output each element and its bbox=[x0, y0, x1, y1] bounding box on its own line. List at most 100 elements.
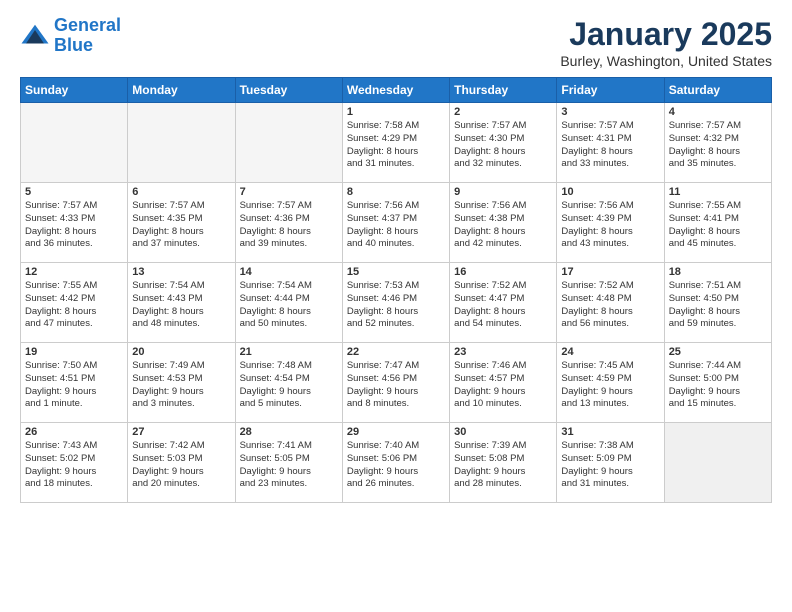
calendar-cell: 27 Sunrise: 7:42 AMSunset: 5:03 PMDayligh… bbox=[128, 423, 235, 503]
day-number: 9 bbox=[454, 186, 552, 198]
cell-content: Sunset: 5:05 PM bbox=[240, 453, 338, 466]
cell-content: Daylight: 9 hours bbox=[240, 466, 338, 479]
cell-content: Daylight: 8 hours bbox=[347, 146, 445, 159]
cell-content: Sunrise: 7:52 AM bbox=[454, 280, 552, 293]
cell-content: Sunrise: 7:41 AM bbox=[240, 440, 338, 453]
day-number: 14 bbox=[240, 266, 338, 278]
cell-content: Daylight: 8 hours bbox=[25, 226, 123, 239]
calendar-cell: 2Sunrise: 7:57 AMSunset: 4:30 PMDaylight… bbox=[450, 103, 557, 183]
cell-content: Daylight: 8 hours bbox=[561, 306, 659, 319]
logo-blue: Blue bbox=[54, 35, 93, 55]
day-number: 30 bbox=[454, 426, 552, 438]
cell-content: and 26 minutes. bbox=[347, 478, 445, 491]
cell-content: Sunset: 5:03 PM bbox=[132, 453, 230, 466]
cell-content: Daylight: 9 hours bbox=[669, 386, 767, 399]
day-number: 16 bbox=[454, 266, 552, 278]
cell-content: Sunrise: 7:57 AM bbox=[561, 120, 659, 133]
cell-content: and 54 minutes. bbox=[454, 318, 552, 331]
cell-content: Sunrise: 7:39 AM bbox=[454, 440, 552, 453]
calendar-cell: 15Sunrise: 7:53 AMSunset: 4:46 PMDayligh… bbox=[342, 263, 449, 343]
calendar-cell: 16Sunrise: 7:52 AMSunset: 4:47 PMDayligh… bbox=[450, 263, 557, 343]
calendar-cell: 7Sunrise: 7:57 AMSunset: 4:36 PMDaylight… bbox=[235, 183, 342, 263]
col-header-sunday: Sunday bbox=[21, 78, 128, 103]
cell-content: and 20 minutes. bbox=[132, 478, 230, 491]
cell-content: Daylight: 9 hours bbox=[240, 386, 338, 399]
cell-content: Sunrise: 7:47 AM bbox=[347, 360, 445, 373]
cell-content: Sunrise: 7:50 AM bbox=[25, 360, 123, 373]
calendar-cell: 26Sunrise: 7:43 AMSunset: 5:02 PMDayligh… bbox=[21, 423, 128, 503]
cell-content: Sunrise: 7:43 AM bbox=[25, 440, 123, 453]
cell-content: Sunset: 4:56 PM bbox=[347, 373, 445, 386]
page-container: General Blue January 2025 Burley, Washin… bbox=[0, 0, 792, 513]
calendar-cell: 31Sunrise: 7:38 AMSunset: 5:09 PMDayligh… bbox=[557, 423, 664, 503]
cell-content: Sunset: 4:51 PM bbox=[25, 373, 123, 386]
day-number: 20 bbox=[132, 346, 230, 358]
cell-content: Daylight: 9 hours bbox=[132, 386, 230, 399]
cell-content: Daylight: 8 hours bbox=[132, 226, 230, 239]
cell-content: Daylight: 9 hours bbox=[347, 466, 445, 479]
calendar-cell: 22Sunrise: 7:47 AMSunset: 4:56 PMDayligh… bbox=[342, 343, 449, 423]
cell-content: Daylight: 9 hours bbox=[454, 386, 552, 399]
day-number: 4 bbox=[669, 106, 767, 118]
cell-content: Sunrise: 7:51 AM bbox=[669, 280, 767, 293]
cell-content: and 33 minutes. bbox=[561, 158, 659, 171]
cell-content: Daylight: 8 hours bbox=[454, 146, 552, 159]
calendar-cell: 9Sunrise: 7:56 AMSunset: 4:38 PMDaylight… bbox=[450, 183, 557, 263]
col-header-wednesday: Wednesday bbox=[342, 78, 449, 103]
day-number: 23 bbox=[454, 346, 552, 358]
calendar-cell: 6Sunrise: 7:57 AMSunset: 4:35 PMDaylight… bbox=[128, 183, 235, 263]
calendar-cell: 14Sunrise: 7:54 AMSunset: 4:44 PMDayligh… bbox=[235, 263, 342, 343]
cell-content: Daylight: 9 hours bbox=[132, 466, 230, 479]
calendar-cell bbox=[664, 423, 771, 503]
week-row-4: 19Sunrise: 7:50 AMSunset: 4:51 PMDayligh… bbox=[21, 343, 772, 423]
cell-content: Sunrise: 7:52 AM bbox=[561, 280, 659, 293]
cell-content: Sunrise: 7:46 AM bbox=[454, 360, 552, 373]
day-number: 26 bbox=[25, 426, 123, 438]
cell-content: Sunset: 4:39 PM bbox=[561, 213, 659, 226]
cell-content: and 52 minutes. bbox=[347, 318, 445, 331]
cell-content: Sunrise: 7:56 AM bbox=[561, 200, 659, 213]
col-header-thursday: Thursday bbox=[450, 78, 557, 103]
calendar-cell: 23Sunrise: 7:46 AMSunset: 4:57 PMDayligh… bbox=[450, 343, 557, 423]
cell-content: Sunrise: 7:45 AM bbox=[561, 360, 659, 373]
cell-content: Daylight: 8 hours bbox=[454, 226, 552, 239]
calendar-cell bbox=[128, 103, 235, 183]
cell-content: and 43 minutes. bbox=[561, 238, 659, 251]
cell-content: and 1 minute. bbox=[25, 398, 123, 411]
cell-content: and 15 minutes. bbox=[669, 398, 767, 411]
cell-content: Sunset: 5:06 PM bbox=[347, 453, 445, 466]
calendar-cell: 17Sunrise: 7:52 AMSunset: 4:48 PMDayligh… bbox=[557, 263, 664, 343]
cell-content: Daylight: 9 hours bbox=[561, 466, 659, 479]
cell-content: Daylight: 8 hours bbox=[561, 226, 659, 239]
cell-content: Sunrise: 7:40 AM bbox=[347, 440, 445, 453]
day-number: 25 bbox=[669, 346, 767, 358]
calendar-cell: 24Sunrise: 7:45 AMSunset: 4:59 PMDayligh… bbox=[557, 343, 664, 423]
day-number: 1 bbox=[347, 106, 445, 118]
calendar-cell: 29Sunrise: 7:40 AMSunset: 5:06 PMDayligh… bbox=[342, 423, 449, 503]
cell-content: and 56 minutes. bbox=[561, 318, 659, 331]
cell-content: Sunrise: 7:42 AM bbox=[132, 440, 230, 453]
cell-content: Sunset: 4:50 PM bbox=[669, 293, 767, 306]
cell-content: Sunrise: 7:57 AM bbox=[25, 200, 123, 213]
cell-content: and 28 minutes. bbox=[454, 478, 552, 491]
cell-content: Sunset: 4:44 PM bbox=[240, 293, 338, 306]
day-number: 27 bbox=[132, 426, 230, 438]
cell-content: and 31 minutes. bbox=[347, 158, 445, 171]
cell-content: Sunset: 4:59 PM bbox=[561, 373, 659, 386]
calendar-cell: 3Sunrise: 7:57 AMSunset: 4:31 PMDaylight… bbox=[557, 103, 664, 183]
header-row: SundayMondayTuesdayWednesdayThursdayFrid… bbox=[21, 78, 772, 103]
cell-content: and 47 minutes. bbox=[25, 318, 123, 331]
day-number: 8 bbox=[347, 186, 445, 198]
cell-content: and 37 minutes. bbox=[132, 238, 230, 251]
calendar-cell: 1Sunrise: 7:58 AMSunset: 4:29 PMDaylight… bbox=[342, 103, 449, 183]
cell-content: Sunrise: 7:57 AM bbox=[132, 200, 230, 213]
cell-content: Daylight: 9 hours bbox=[347, 386, 445, 399]
calendar-cell: 28Sunrise: 7:41 AMSunset: 5:05 PMDayligh… bbox=[235, 423, 342, 503]
cell-content: and 40 minutes. bbox=[347, 238, 445, 251]
cell-content: Daylight: 8 hours bbox=[347, 226, 445, 239]
col-header-saturday: Saturday bbox=[664, 78, 771, 103]
day-number: 5 bbox=[25, 186, 123, 198]
day-number: 7 bbox=[240, 186, 338, 198]
cell-content: Sunset: 4:42 PM bbox=[25, 293, 123, 306]
cell-content: and 39 minutes. bbox=[240, 238, 338, 251]
